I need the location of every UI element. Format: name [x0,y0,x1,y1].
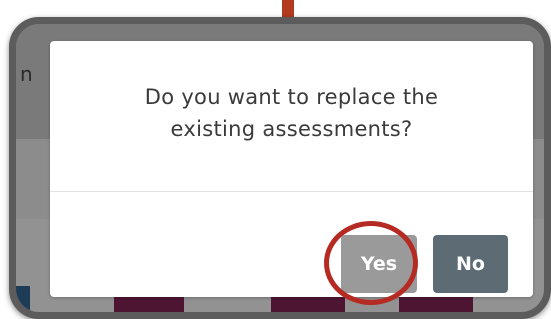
confirm-dialog: Do you want to replace the existing asse… [50,41,533,297]
no-button[interactable]: No [433,235,508,293]
dialog-message-line: existing assessments? [170,117,413,141]
dialog-divider [50,191,533,192]
backdrop-thumbnail [271,294,345,312]
callout-frame: n Do you want to replace the existing as… [9,17,551,319]
backdrop-thumbnail [399,294,473,312]
backdrop-thumbnail-edge [16,286,30,312]
backdrop-thumbnail [114,294,184,312]
highlight-ring [324,221,418,305]
dialog-message: Do you want to replace the existing asse… [50,81,533,145]
backdrop-partial-text: n [20,62,33,86]
screenshot-stage: n Do you want to replace the existing as… [0,0,551,319]
dialog-message-line: Do you want to replace the [144,85,439,109]
